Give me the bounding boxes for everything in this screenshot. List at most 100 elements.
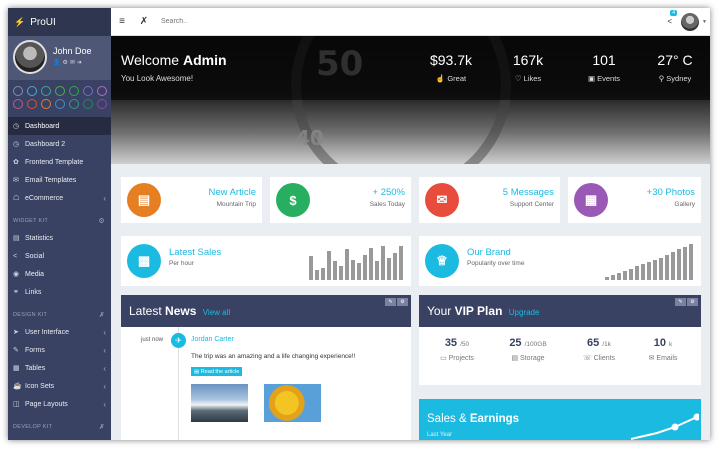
vip-stat-unit: /1k (602, 341, 611, 348)
sidebar-item-user-interface[interactable]: ➤ User Interface ‹ (8, 323, 111, 341)
widget-new-article[interactable]: ▤ New Article Mountain Trip (121, 177, 262, 223)
section-header-design-kit: DESIGN KIT ✗ (8, 307, 111, 323)
envelope-icon: ✉ (13, 177, 19, 184)
gear-icon[interactable]: ⚙ (687, 298, 698, 306)
wrench-icon[interactable]: ✗ (99, 423, 105, 431)
welcome-title: Welcome Admin (121, 52, 227, 68)
widget-title-strong: 250% (380, 187, 405, 198)
edit-icon[interactable]: ✎ (385, 298, 396, 306)
sidebar-item-page-layouts[interactable]: ◫ Page Layouts ‹ (8, 395, 111, 413)
sidebar-item-statistics[interactable]: ▤ Statistics (8, 229, 111, 247)
vip-stat-value: 35 /50 (427, 337, 487, 349)
gear-icon[interactable]: ⚙ (397, 298, 408, 306)
envelope-icon[interactable]: ✉ (70, 60, 77, 66)
notes-icon: ✎ (13, 347, 19, 354)
vip-stat-number: 65 (587, 337, 600, 349)
latest-news-body: just now ✈ Jordan Carter The trip was an… (121, 327, 411, 440)
lock-icon[interactable]: ⚙ (62, 60, 69, 66)
theme-swatch[interactable] (83, 86, 93, 96)
theme-swatch[interactable] (55, 99, 65, 109)
caret-down-icon[interactable]: ▼ (702, 19, 707, 25)
read-article-button[interactable]: ▤ Read the article (191, 367, 243, 376)
view-all-link[interactable]: View all (203, 308, 230, 317)
sales-bar-chart (309, 246, 403, 280)
sidebar-item-label: Links (25, 288, 42, 296)
theme-swatch[interactable] (69, 86, 79, 96)
theme-swatch[interactable] (41, 99, 51, 109)
tools-icon[interactable]: ✗ (133, 16, 155, 27)
theme-swatch[interactable] (69, 99, 79, 109)
theme-swatch[interactable] (97, 86, 107, 96)
vip-stat-projects: 35 /50 ▭ Projects (427, 337, 487, 362)
user-block: John Doe 👤⚙✉➜ (8, 36, 111, 80)
theme-swatch[interactable] (27, 99, 37, 109)
theme-swatch[interactable] (97, 99, 107, 109)
sidebar-item-tables[interactable]: ▦ Tables ‹ (8, 359, 111, 377)
sidebar-item-forms[interactable]: ✎ Forms ‹ (8, 341, 111, 359)
news-image-flower[interactable] (264, 384, 321, 422)
vip-stat-emails: 10 k ✉ Emails (633, 337, 693, 362)
vip-stat-unit: /100GB (524, 341, 547, 348)
sidebar-item-ecommerce[interactable]: ☖ eCommerce ‹ (8, 189, 111, 207)
widget-subtitle: Gallery (674, 201, 695, 208)
bar (629, 269, 633, 280)
avatar[interactable] (13, 40, 47, 74)
bar (665, 254, 669, 280)
widget-title: 5 Messages (503, 187, 554, 198)
vip-stat-storage: 25 /100GB ▤ Storage (493, 337, 563, 362)
logout-icon[interactable]: ➜ (77, 60, 84, 66)
vip-stat-value: 10 k (633, 337, 693, 349)
widget-photos[interactable]: ▦ +30 Photos Gallery (568, 177, 701, 223)
theme-picker (8, 80, 111, 113)
theme-swatch[interactable] (13, 99, 23, 109)
widget-subtitle: Sales Today (369, 201, 405, 208)
vip-plan-header: Your VIP Plan Upgrade ✎ ⚙ (419, 295, 701, 327)
sidebar-item-label: Frontend Template (25, 158, 84, 166)
sidebar-item-media[interactable]: ◉ Media (8, 265, 111, 283)
news-text: The trip was an amazing and a life chang… (191, 353, 356, 360)
share-icon[interactable]: < (667, 17, 672, 26)
bar (623, 271, 627, 280)
upgrade-link[interactable]: Upgrade (509, 308, 540, 317)
widget-sales-today[interactable]: $ + 250% Sales Today (270, 177, 411, 223)
sidebar-item-label: Statistics (25, 234, 54, 242)
dollar-icon: $ (276, 183, 310, 217)
chevron-left-icon: ‹ (103, 193, 106, 203)
theme-swatch[interactable] (55, 86, 65, 96)
sidebar-nav: ◷ Dashboard ◷ Dashboard 2 ✿ Frontend Templa… (8, 117, 111, 435)
user-avatar[interactable] (681, 13, 699, 31)
user-name[interactable]: John Doe (53, 46, 92, 56)
sidebar-item-label: Dashboard 2 (25, 140, 66, 148)
sidebar-item-frontend-template[interactable]: ✿ Frontend Template (8, 153, 111, 171)
sidebar-item-links[interactable]: ⚭ Links (8, 283, 111, 301)
menu-icon[interactable]: ≡ (111, 16, 133, 27)
news-image-mountains[interactable] (191, 384, 248, 422)
bolt-icon: ⚡ (14, 16, 26, 27)
bar (641, 263, 645, 280)
theme-swatch[interactable] (41, 86, 51, 96)
brand[interactable]: ⚡ ProUI (8, 8, 111, 36)
sidebar-item-icon-sets[interactable]: ☕ Icon Sets ‹ (8, 377, 111, 395)
edit-icon[interactable]: ✎ (675, 298, 686, 306)
theme-swatch[interactable] (83, 99, 93, 109)
widget-latest-sales[interactable]: ▩ Latest Sales Per hour (121, 236, 411, 286)
vip-stat-label-text: Emails (656, 355, 678, 362)
widget-our-brand[interactable]: ♕ Our Brand Popularity over time (419, 236, 701, 286)
chevron-left-icon: ‹ (103, 399, 106, 409)
sidebar-item-dashboard[interactable]: ◷ Dashboard (8, 117, 111, 135)
vip-plan-body: 35 /50 ▭ Projects 25 /100GB ▤ Storage 65… (419, 327, 701, 385)
tools-icon[interactable]: ✗ (99, 311, 105, 319)
theme-swatch[interactable] (27, 86, 37, 96)
settings-icon[interactable]: ⚙ (98, 217, 105, 225)
sales-earnings-widget[interactable]: Sales & Earnings Last Year (419, 399, 701, 440)
sidebar-item-social[interactable]: < Social (8, 247, 111, 265)
search-input[interactable] (161, 18, 361, 25)
vip-stat-unit: k (669, 341, 673, 348)
news-author-link[interactable]: Jordan Carter (191, 336, 234, 343)
sidebar-item-email-templates[interactable]: ✉ Email Templates (8, 171, 111, 189)
vip-stat-number: 25 (509, 337, 522, 349)
theme-swatch[interactable] (13, 86, 23, 96)
stat-label-text: Great (447, 74, 467, 83)
widget-messages[interactable]: ✉ 5 Messages Support Center (419, 177, 560, 223)
sidebar-item-dashboard-2[interactable]: ◷ Dashboard 2 (8, 135, 111, 153)
